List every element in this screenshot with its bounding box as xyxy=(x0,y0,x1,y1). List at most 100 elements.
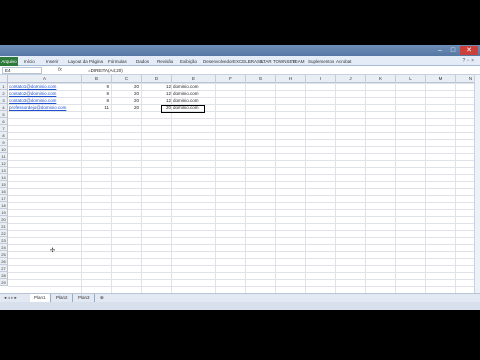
value-cell[interactable]: 20 xyxy=(112,104,139,111)
column-header-c[interactable]: C xyxy=(112,75,142,83)
sheet-tab-plan2[interactable]: Plan2 xyxy=(52,294,73,302)
row-header-6[interactable]: 6 xyxy=(0,118,8,125)
name-box[interactable]: E4 xyxy=(2,67,42,74)
column-header-j[interactable]: J xyxy=(336,75,366,83)
email-link-cell[interactable]: professordejo@dominio.com xyxy=(9,104,81,111)
email-link-cell[interactable]: contato2@dominio.com xyxy=(9,90,81,97)
row-header-23[interactable]: 23 xyxy=(0,237,8,244)
sheet-nav-icons[interactable]: ◂ ◃ ▹ ▸ xyxy=(0,294,30,302)
position-cell[interactable]: 12 xyxy=(142,97,171,104)
row-header-26[interactable]: 26 xyxy=(0,258,8,265)
row-header-18[interactable]: 18 xyxy=(0,202,8,209)
row-header-24[interactable]: 24 xyxy=(0,244,8,251)
row-header-15[interactable]: 15 xyxy=(0,181,8,188)
row-header-14[interactable]: 14 xyxy=(0,174,8,181)
tab-formulas[interactable]: Fórmulas xyxy=(108,57,127,66)
row-header-16[interactable]: 16 xyxy=(0,188,8,195)
row-header-7[interactable]: 7 xyxy=(0,125,8,132)
row-header-20[interactable]: 20 xyxy=(0,216,8,223)
minimize-icon[interactable]: – xyxy=(434,46,446,55)
row-header-3[interactable]: 3 xyxy=(0,97,8,104)
position-cell[interactable]: 12 xyxy=(142,90,171,97)
select-all-corner[interactable] xyxy=(0,75,8,83)
column-header-m[interactable]: M xyxy=(426,75,456,83)
row-header-9[interactable]: 9 xyxy=(0,139,8,146)
row-header-17[interactable]: 17 xyxy=(0,195,8,202)
position-cell[interactable]: 12 xyxy=(142,83,171,90)
column-header-i[interactable]: I xyxy=(306,75,336,83)
row-header-8[interactable]: 8 xyxy=(0,132,8,139)
row-header-1[interactable]: 1 xyxy=(0,83,8,90)
row-header-10[interactable]: 10 xyxy=(0,146,8,153)
row-header-13[interactable]: 13 xyxy=(0,167,8,174)
cell-grid[interactable] xyxy=(8,83,480,293)
sheet-tab-plan1[interactable]: Plan1 xyxy=(30,294,51,302)
tab-file[interactable]: Arquivo xyxy=(0,57,18,66)
row-header-19[interactable]: 19 xyxy=(0,209,8,216)
row-header-12[interactable]: 12 xyxy=(0,160,8,167)
row-header-21[interactable]: 21 xyxy=(0,223,8,230)
column-header-h[interactable]: H xyxy=(276,75,306,83)
mouse-cursor-icon: ✣ xyxy=(50,248,56,254)
tab-data[interactable]: Dados xyxy=(136,57,149,66)
row-header-27[interactable]: 27 xyxy=(0,265,8,272)
length-cell[interactable]: 8 xyxy=(82,97,109,104)
email-link-cell[interactable]: contato1@dominio.com xyxy=(9,83,81,90)
row-header-29[interactable]: 29 xyxy=(0,279,8,286)
sheet-tab-plan3[interactable]: Plan3 xyxy=(74,294,95,302)
vertical-scrollbar[interactable] xyxy=(474,75,480,293)
tab-acrobat[interactable]: Acrobat xyxy=(336,57,352,66)
domain-cell[interactable]: dominio.com xyxy=(173,83,215,90)
row-header-22[interactable]: 22 xyxy=(0,230,8,237)
active-cell-e4[interactable] xyxy=(161,105,205,113)
row-header-11[interactable]: 11 xyxy=(0,153,8,160)
ribbon-window-controls[interactable]: ?▫× xyxy=(463,58,476,64)
tab-home[interactable]: Início xyxy=(24,57,35,66)
column-gridline xyxy=(81,83,82,293)
column-header-g[interactable]: G xyxy=(246,75,276,83)
row-header-25[interactable]: 25 xyxy=(0,251,8,258)
email-link-cell[interactable]: contato3@dominio.com xyxy=(9,97,81,104)
length-cell[interactable]: 9 xyxy=(82,83,109,90)
column-header-a[interactable]: A xyxy=(8,75,82,83)
tab-view[interactable]: Exibição xyxy=(180,57,197,66)
value-cell[interactable]: 20 xyxy=(112,90,139,97)
maximize-icon[interactable]: □ xyxy=(447,46,459,55)
row-header-5[interactable]: 5 xyxy=(0,111,8,118)
column-gridline xyxy=(425,83,426,293)
column-gridline xyxy=(305,83,306,293)
domain-cell[interactable]: dominio.com xyxy=(173,90,215,97)
status-bar xyxy=(0,302,480,310)
column-header-f[interactable]: F xyxy=(216,75,246,83)
column-header-l[interactable]: L xyxy=(396,75,426,83)
insert-sheet-icon[interactable]: ⊕ xyxy=(96,294,108,302)
title-bar: – □ ✕ xyxy=(0,45,480,56)
excel-window: – □ ✕ Arquivo Início Inserir Layout da P… xyxy=(0,45,480,310)
tab-developer[interactable]: Desenvolvedor xyxy=(203,57,233,66)
domain-cell[interactable]: dominio.com xyxy=(173,97,215,104)
tab-page-layout[interactable]: Layout da Página xyxy=(68,57,103,66)
tab-insert[interactable]: Inserir xyxy=(46,57,59,66)
column-gridline xyxy=(215,83,216,293)
length-cell[interactable]: 11 xyxy=(82,104,109,111)
formula-input[interactable]: =DIREITA(A4;20) xyxy=(88,67,123,74)
close-icon[interactable]: ✕ xyxy=(460,46,478,55)
ribbon-close-icon[interactable]: × xyxy=(471,58,476,64)
sheet-tab-bar: ◂ ◃ ▹ ▸ Plan1 Plan2 Plan3 ⊕ xyxy=(0,293,480,302)
tab-team[interactable]: TEAM xyxy=(292,57,305,66)
column-header-b[interactable]: B xyxy=(82,75,112,83)
length-cell[interactable]: 8 xyxy=(82,90,109,97)
column-header-k[interactable]: K xyxy=(366,75,396,83)
value-cell[interactable]: 20 xyxy=(112,97,139,104)
row-header-4[interactable]: 4 xyxy=(0,104,8,111)
column-header-d[interactable]: D xyxy=(142,75,172,83)
tab-review[interactable]: Revisão xyxy=(157,57,173,66)
row-header-28[interactable]: 28 xyxy=(0,272,8,279)
column-gridline xyxy=(245,83,246,293)
fx-icon[interactable]: fx xyxy=(58,67,62,74)
value-cell[interactable]: 20 xyxy=(112,83,139,90)
tab-star-townsev[interactable]: STAR TOWNSEV xyxy=(260,57,296,66)
column-header-e[interactable]: E xyxy=(172,75,216,83)
tab-addins[interactable]: Suplementos xyxy=(308,57,334,66)
row-header-2[interactable]: 2 xyxy=(0,90,8,97)
